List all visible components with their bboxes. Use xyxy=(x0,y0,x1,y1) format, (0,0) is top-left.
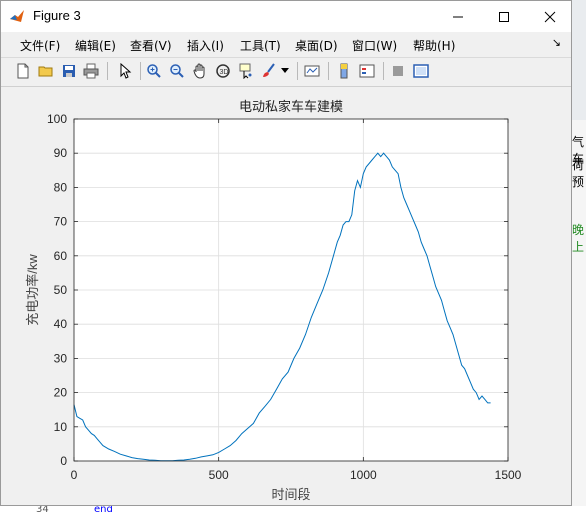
hide-tools-icon xyxy=(393,66,403,76)
legend-button[interactable] xyxy=(357,61,377,81)
figure-canvas: 0 10 20 30 40 50 60 70 80 90 100 0 500 1000 1500 电动私家车… xyxy=(2,87,570,505)
y-tick-label: 40 xyxy=(54,317,68,331)
y-tick-label: 0 xyxy=(60,454,67,468)
y-axis-label: 充电功率/kw xyxy=(25,254,40,326)
matlab-logo-icon xyxy=(9,8,25,24)
print-icon xyxy=(83,63,99,79)
show-plot-tools-button[interactable] xyxy=(411,61,431,81)
colorbar-icon xyxy=(340,63,348,79)
maximize-button[interactable] xyxy=(481,1,527,32)
y-tick-label: 80 xyxy=(54,180,68,194)
minimize-icon xyxy=(453,16,463,17)
menu-help[interactable]: 帮助(H) xyxy=(413,37,455,54)
rotate-3d-icon: 3D xyxy=(216,64,230,78)
y-tick-label: 100 xyxy=(47,112,67,126)
pan-button[interactable] xyxy=(190,61,210,81)
link-plot-button[interactable] xyxy=(302,61,322,81)
figure-window: Figure 3 文件(F) 编辑(E) 查看(V) 插入(I) 工具(T) 桌… xyxy=(0,0,572,506)
y-tick-label: 20 xyxy=(54,386,68,400)
data-cursor-button[interactable] xyxy=(236,61,256,81)
dock-arrow-icon[interactable]: ↘ xyxy=(552,36,561,49)
figure-toolbar: 3D xyxy=(1,57,571,87)
new-figure-button[interactable] xyxy=(13,61,33,81)
toolbar-separator xyxy=(297,62,298,80)
open-button[interactable] xyxy=(36,61,56,81)
zoom-out-icon xyxy=(170,64,184,78)
print-button[interactable] xyxy=(81,61,101,81)
zoom-in-button[interactable] xyxy=(144,61,164,81)
toolbar-separator xyxy=(328,62,329,80)
y-tick-label: 70 xyxy=(54,215,68,229)
save-button[interactable] xyxy=(59,61,79,81)
y-tick-label: 30 xyxy=(54,351,68,365)
y-tick-label: 50 xyxy=(54,283,68,297)
pointer-arrow-icon xyxy=(120,63,132,79)
window-title: Figure 3 xyxy=(33,8,81,23)
menu-insert[interactable]: 插入(I) xyxy=(187,37,224,54)
toolbar-separator xyxy=(383,62,384,80)
edit-plot-button[interactable] xyxy=(115,61,135,81)
x-tick-label: 1500 xyxy=(495,468,522,482)
x-tick-label: 0 xyxy=(71,468,78,482)
save-icon xyxy=(63,65,75,77)
show-tools-icon xyxy=(413,64,429,78)
x-axis-label: 时间段 xyxy=(271,487,310,502)
hide-plot-tools-button[interactable] xyxy=(388,61,408,81)
open-folder-icon xyxy=(38,66,53,77)
y-tick-label: 90 xyxy=(54,146,68,160)
close-icon xyxy=(544,11,556,22)
y-tick-label: 10 xyxy=(54,420,68,434)
rotate-button[interactable]: 3D xyxy=(213,61,233,81)
dropdown-triangle-icon xyxy=(281,68,289,73)
maximize-icon xyxy=(499,11,509,22)
background-text-right-mid: 荷预 xyxy=(572,158,585,189)
chart-title: 电动私家车车建模 xyxy=(239,99,343,114)
link-plot-icon xyxy=(304,65,320,77)
zoom-out-button[interactable] xyxy=(167,61,187,81)
colorbar-button[interactable] xyxy=(334,61,354,81)
background-text-right-green: 晚上 xyxy=(572,223,585,254)
svg-text:3D: 3D xyxy=(220,69,229,76)
line-chart[interactable]: 01020304050607080901000 500 1000 1500 电动私家车… xyxy=(2,87,570,505)
title-bar[interactable]: Figure 3 xyxy=(1,1,571,32)
brush-dropdown-button[interactable] xyxy=(279,61,291,81)
menu-tools[interactable]: 工具(T) xyxy=(240,37,281,54)
pan-hand-icon xyxy=(193,63,205,79)
menu-edit[interactable]: 编辑(E) xyxy=(75,37,116,54)
menu-desktop[interactable]: 桌面(D) xyxy=(295,37,338,54)
x-tick-label: 1000 xyxy=(350,468,377,482)
zoom-in-icon xyxy=(147,64,161,78)
menu-window[interactable]: 窗口(W) xyxy=(352,37,397,54)
minimize-button[interactable] xyxy=(435,1,481,32)
menu-file[interactable]: 文件(F) xyxy=(20,37,60,54)
menu-bar: 文件(F) 编辑(E) 查看(V) 插入(I) 工具(T) 桌面(D) 窗口(W… xyxy=(1,32,571,56)
y-tick-label: 60 xyxy=(54,249,68,263)
background-editor-bottom xyxy=(0,506,586,516)
menu-view[interactable]: 查看(V) xyxy=(130,37,172,54)
legend-icon xyxy=(359,64,375,78)
toolbar-separator xyxy=(140,62,141,80)
brush-button[interactable] xyxy=(259,61,279,81)
toolbar-separator xyxy=(107,62,108,80)
data-cursor-icon xyxy=(239,63,252,79)
brush-icon xyxy=(263,63,275,77)
new-file-icon xyxy=(17,63,29,79)
close-button[interactable] xyxy=(527,1,573,32)
x-tick-label: 500 xyxy=(209,468,229,482)
